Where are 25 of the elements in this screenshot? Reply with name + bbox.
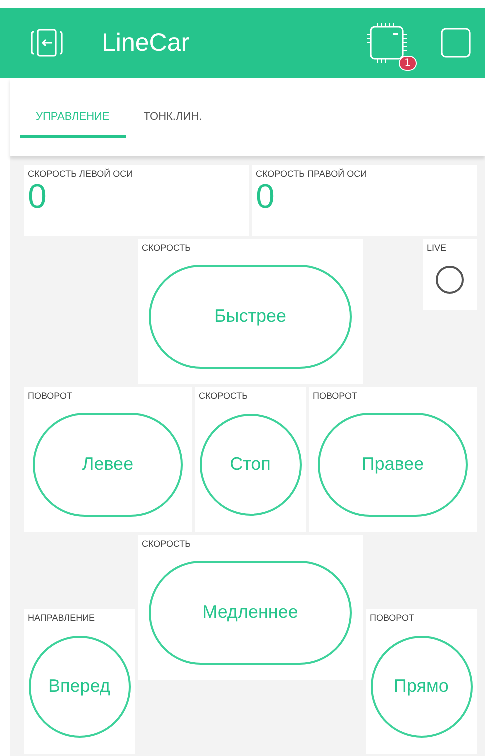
tab[interactable]: ТОНК.ЛИН. (144, 96, 202, 138)
app-title: LineCar (102, 28, 190, 58)
control-button[interactable]: Медленнее (148, 560, 352, 664)
widget-label: НАПРАВЛЕНИЕ (28, 613, 96, 623)
value-display: 0 (28, 179, 47, 215)
widget-label: ПОВОРОТ (313, 391, 358, 401)
control-button[interactable]: Стоп (200, 414, 302, 516)
control-button[interactable]: Прямо (370, 636, 472, 738)
tab[interactable]: УПРАВЛЕНИЕ (20, 96, 126, 138)
control-button[interactable]: Быстрее (148, 264, 352, 368)
widget-label: ПОВОРОТ (28, 391, 72, 401)
widget-label: СКОРОСТЬ (142, 539, 192, 549)
widget-label: СКОРОСТЬ ЛЕВОЙ ОСИ (28, 169, 134, 179)
value-display: 0 (256, 179, 275, 215)
widget-label: СКОРОСТЬ (142, 243, 192, 253)
control-button[interactable]: Вперед (28, 636, 130, 738)
square-icon[interactable] (441, 28, 471, 58)
control-button[interactable]: Правее (318, 412, 468, 516)
control-button[interactable]: Левее (32, 412, 184, 516)
notification-badge: 1 (398, 56, 417, 71)
widget-label: LIVE (427, 243, 447, 253)
exit-icon[interactable] (30, 28, 64, 58)
widget-label: СКОРОСТЬ (199, 391, 248, 401)
widget-label: СКОРОСТЬ ПРАВОЙ ОСИ (256, 169, 368, 179)
widget-label: ПОВОРОТ (370, 613, 414, 623)
